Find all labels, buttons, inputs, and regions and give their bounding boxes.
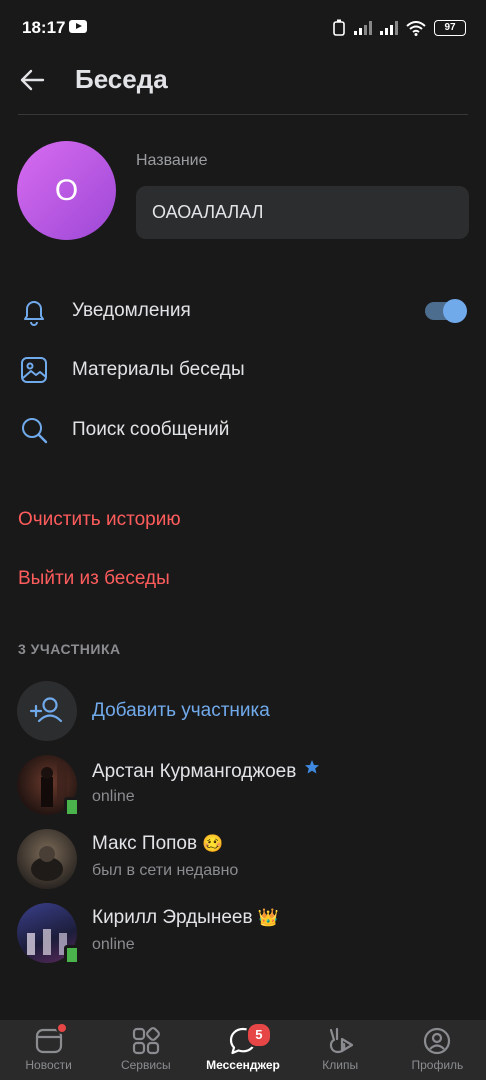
member-status: online [92,936,135,953]
wifi-icon [406,20,426,36]
tab-news[interactable]: Новости [0,1020,97,1080]
search-icon [22,418,48,444]
page-title: Беседа [75,64,168,94]
image-icon [21,357,47,383]
member-avatar [17,829,77,889]
tab-messenger-label: Мессенджер [206,1058,280,1072]
clear-history-button[interactable]: Очистить историю [18,509,181,531]
members-count-title: 3 УЧАСТНИКА [18,641,121,657]
youtube-notification-icon [69,20,87,33]
leave-chat-button[interactable]: Выйти из беседы [18,568,170,590]
notifications-row[interactable]: Уведомления [0,282,486,340]
battery-icon: 97 [434,20,466,36]
member-row[interactable]: Арстан Курмангоджоев online [0,753,486,817]
notifications-label: Уведомления [72,300,191,321]
signal-icon-1 [354,21,372,35]
avatar-photo [31,846,63,881]
toggle-knob [443,299,467,323]
arrow-left-icon [20,69,45,91]
member-emoji: 🥴 [202,834,224,853]
search-messages-label: Поиск сообщений [72,419,230,440]
status-time: 18:17 [22,18,66,37]
news-notification-dot [56,1022,69,1034]
member-status: был в сети недавно [92,862,239,879]
member-row[interactable]: Макс Попов 🥴 был в сети недавно [0,827,486,891]
member-name-text: Кирилл Эрдынеев [92,907,253,928]
bottom-tab-bar: Новости Сервисы 5 Мессенджер Клипы Профи… [0,1020,486,1080]
chat-name-input[interactable] [136,186,469,239]
clips-icon [330,1027,354,1054]
online-indicator [64,797,80,817]
online-indicator [64,945,80,965]
member-emoji: 👑 [257,908,280,927]
tab-clips[interactable]: Клипы [292,1020,389,1080]
services-icon [132,1027,160,1055]
member-name-text: Макс Попов [92,833,198,854]
status-bar: 18:17 97 [0,0,486,56]
add-member-button[interactable] [17,681,77,741]
messenger-unread-badge: 5 [245,1022,272,1048]
vibrate-icon [333,19,345,36]
header-divider [18,114,468,115]
profile-icon [424,1027,451,1055]
avatar-letter: О [54,173,79,207]
chat-avatar[interactable]: О [17,141,116,240]
tab-messenger[interactable]: 5 Мессенджер [194,1020,291,1080]
add-user-icon [29,697,63,723]
materials-label: Материалы беседы [72,359,245,380]
bell-icon [24,301,44,326]
tab-services-label: Сервисы [120,1058,171,1072]
tab-services[interactable]: Сервисы [97,1020,194,1080]
tab-news-label: Новости [25,1058,72,1072]
member-status: online [92,788,135,805]
tab-clips-label: Клипы [322,1058,359,1072]
chat-name-label: Название [136,152,208,169]
member-name: Кирилл Эрдынеев 👑 [92,907,279,929]
star-icon [304,760,319,774]
tab-profile-label: Профиль [411,1058,464,1072]
signal-icon-2 [380,21,398,35]
notifications-toggle[interactable] [425,299,467,323]
back-button[interactable] [18,66,54,94]
member-name-text: Арстан Курмангоджоев [92,761,297,782]
member-row[interactable]: Кирилл Эрдынеев 👑 online [0,901,486,965]
status-icons: 97 [332,18,466,38]
materials-row[interactable]: Материалы беседы [0,341,486,399]
member-name: Арстан Курмангоджоев [92,759,320,783]
search-messages-row[interactable]: Поиск сообщений [0,401,486,459]
add-member-label[interactable]: Добавить участника [92,700,270,722]
member-name: Макс Попов 🥴 [92,833,224,855]
tab-profile[interactable]: Профиль [389,1020,486,1080]
